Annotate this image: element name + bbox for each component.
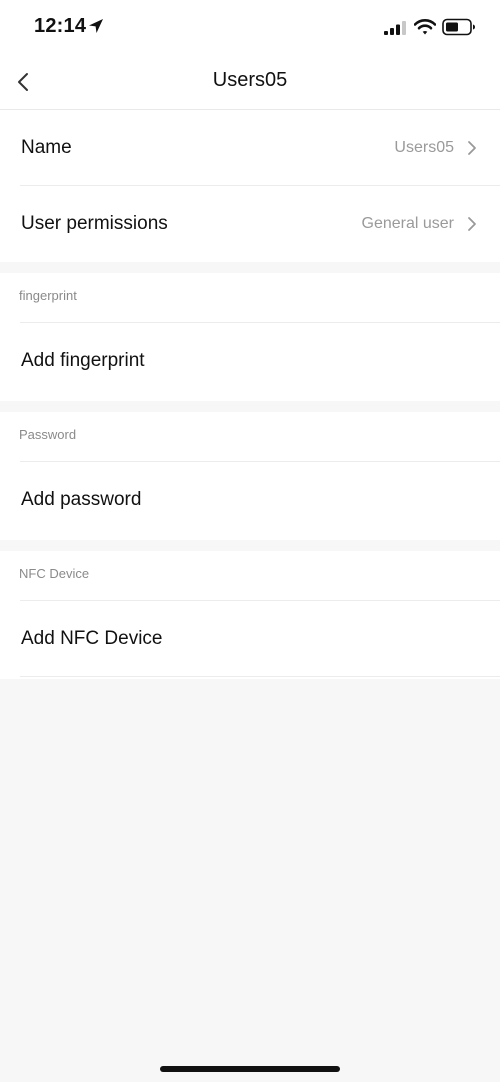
add-nfc-device-row[interactable]: Add NFC Device <box>0 601 500 677</box>
nfc-section-header: NFC Device <box>0 539 500 601</box>
profile-card: Name Users05 User permissions General us… <box>0 110 500 262</box>
user-permissions-row[interactable]: User permissions General user <box>0 186 500 262</box>
status-bar: 12:14 <box>0 0 500 56</box>
name-value: Users05 <box>394 139 454 156</box>
fingerprint-section-title: fingerprint <box>19 288 77 303</box>
nfc-section: NFC Device Add NFC Device <box>0 551 500 679</box>
navigation-bar: Users05 <box>0 56 500 110</box>
add-fingerprint-label: Add fingerprint <box>21 350 145 371</box>
battery-icon <box>442 18 475 36</box>
status-time: 12:14 <box>34 15 87 37</box>
add-fingerprint-row[interactable]: Add fingerprint <box>0 323 500 399</box>
password-section-title: Password <box>19 427 77 442</box>
password-section-header: Password <box>0 400 500 462</box>
add-password-label: Add password <box>21 489 142 510</box>
fingerprint-section: fingerprint Add fingerprint <box>0 273 500 401</box>
divider <box>20 676 500 677</box>
wifi-icon <box>414 19 436 35</box>
add-password-row[interactable]: Add password <box>0 462 500 538</box>
user-permissions-value: General user <box>361 215 455 232</box>
name-row[interactable]: Name Users05 <box>0 110 500 186</box>
page-title: Users05 <box>212 69 288 91</box>
location-arrow-icon <box>89 19 103 33</box>
password-section: Password Add password <box>0 412 500 540</box>
chevron-right-icon <box>468 217 476 231</box>
name-label: Name <box>21 137 72 158</box>
fingerprint-section-header: fingerprint <box>0 261 500 323</box>
nfc-section-title: NFC Device <box>19 566 90 581</box>
add-nfc-device-label: Add NFC Device <box>21 628 163 649</box>
home-indicator[interactable] <box>160 1066 340 1072</box>
cellular-signal-icon <box>384 21 406 35</box>
user-permissions-label: User permissions <box>21 213 168 234</box>
chevron-right-icon <box>468 141 476 155</box>
